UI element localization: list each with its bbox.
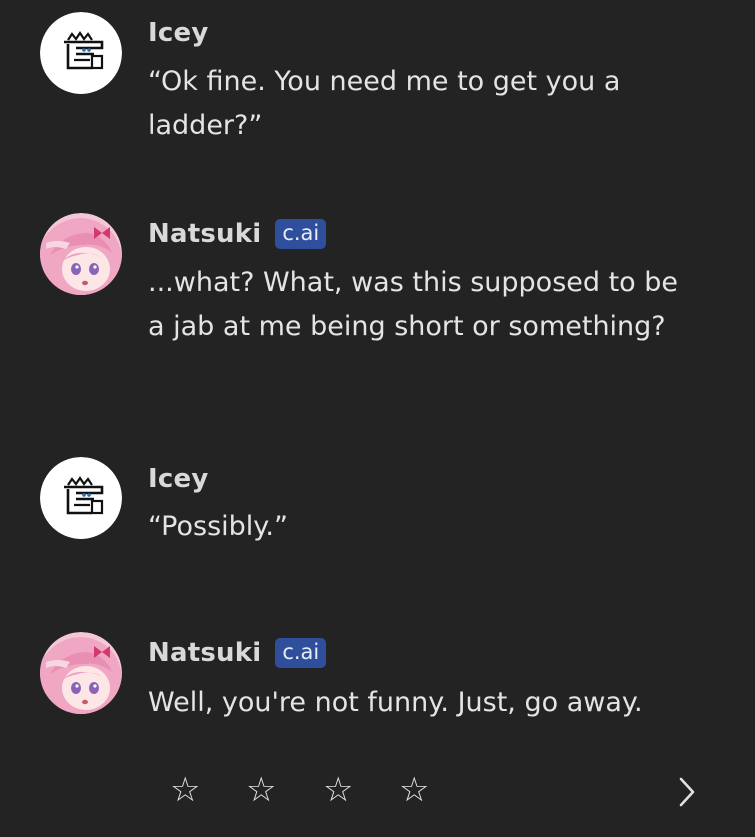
message-header: Natsuki c.ai bbox=[148, 217, 327, 251]
chat-thread: Icey “Ok fine. You need me to get you a … bbox=[0, 0, 755, 837]
chevron-right-icon[interactable] bbox=[672, 768, 702, 812]
anime-girl-avatar-icon bbox=[40, 213, 122, 295]
author-name: Icey bbox=[148, 18, 209, 48]
star-icon[interactable]: ☆ bbox=[170, 768, 200, 812]
message-header: Natsuki c.ai bbox=[148, 636, 327, 670]
bot-avatar[interactable] bbox=[40, 632, 122, 714]
ai-badge: c.ai bbox=[275, 219, 327, 249]
bot-avatar[interactable] bbox=[40, 213, 122, 295]
anime-girl-avatar-icon bbox=[40, 632, 122, 714]
star-icon[interactable]: ☆ bbox=[399, 768, 429, 812]
user-avatar[interactable] bbox=[40, 457, 122, 539]
message-text: “Ok fine. You need me to get you a ladde… bbox=[148, 66, 621, 141]
message-text: Well, you're not funny. Just, go away. bbox=[148, 687, 643, 718]
author-name: Natsuki bbox=[148, 219, 262, 249]
star-icon[interactable]: ☆ bbox=[323, 768, 353, 812]
ai-badge: c.ai bbox=[275, 638, 327, 668]
message-header: Icey bbox=[148, 462, 208, 496]
star-icon[interactable]: ☆ bbox=[246, 768, 276, 812]
author-name: Icey bbox=[148, 464, 209, 494]
doodle-avatar-icon bbox=[40, 457, 122, 539]
rating-bar: ☆ ☆ ☆ ☆ bbox=[0, 768, 755, 812]
user-avatar[interactable] bbox=[40, 12, 122, 94]
message-text: “Possibly.” bbox=[148, 511, 288, 542]
author-name: Natsuki bbox=[148, 638, 262, 668]
doodle-avatar-icon bbox=[40, 12, 122, 94]
message-text: ...what? What, was this supposed to be a… bbox=[148, 267, 679, 342]
message-header: Icey bbox=[148, 16, 208, 50]
